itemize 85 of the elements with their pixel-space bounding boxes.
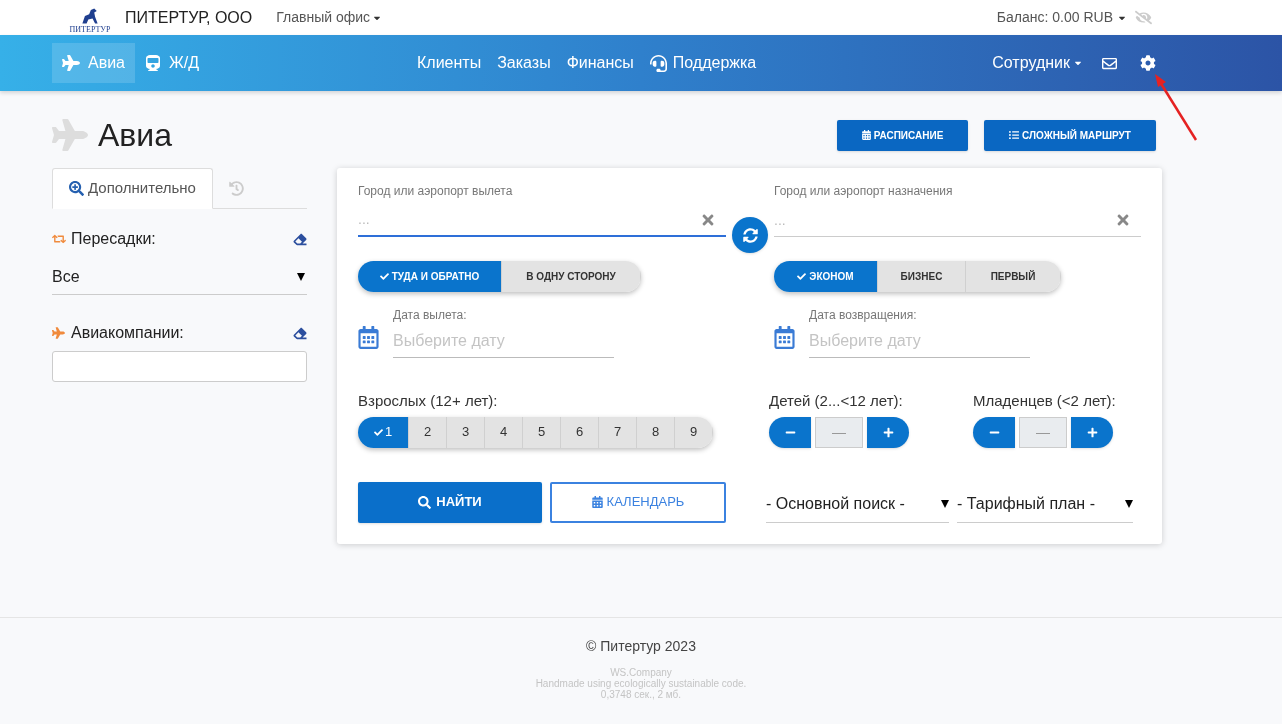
mail-icon[interactable] [1101,55,1118,71]
count-field[interactable]: — [1019,416,1067,448]
field-label: Младенцев (<2 лет): [973,391,1116,411]
field-label: Пересадки: [71,229,156,249]
date-field[interactable]: Выберите дату [809,324,1030,358]
clear-icon[interactable] [1115,212,1131,228]
decrement-button[interactable] [769,416,811,448]
logo-text: ПИТЕРТУР [69,25,111,34]
swap-icon [742,227,758,243]
find-button[interactable]: НАЙТИ [358,481,542,523]
field-label: Авиакомпании: [71,323,184,343]
adults-option[interactable]: 6 [561,416,599,448]
plus-icon [1086,426,1098,438]
adults-option[interactable]: 9 [675,416,713,448]
check-icon [797,272,807,281]
adults-option[interactable]: 7 [599,416,637,448]
increment-button[interactable] [1071,416,1113,448]
nav-link[interactable]: Клиенты [417,51,482,75]
adults-option[interactable]: 8 [637,416,675,448]
eraser-icon[interactable] [293,232,307,246]
dropdown-triangle-icon [297,272,305,281]
fare-plan-select[interactable]: - Тарифный план - [957,486,1133,523]
calendar-icon [591,496,603,508]
toggle-option[interactable]: БИЗНЕС [878,261,966,292]
nav-link[interactable]: Заказы [497,51,551,75]
toggle-option[interactable]: ТУДА И ОБРАТНО [358,261,502,292]
plane-icon [52,118,88,152]
clear-icon[interactable] [700,212,716,228]
company-name: ПИТЕРТУР, ООО [125,7,253,28]
logo[interactable]: ПИТЕРТУР [63,1,117,34]
toggle-option[interactable]: ЭКОНОМ [774,261,878,292]
field-label: Город или аэропорт вылета [358,183,514,200]
adults-option[interactable]: 1 [358,416,409,448]
calendar-icon [358,326,379,349]
user-dropdown[interactable]: Сотрудник [992,51,1083,75]
toggle-option[interactable]: В ОДНУ СТОРОНУ [502,261,641,292]
plane-icon [52,327,65,339]
sidebar-tab[interactable]: Дополнительно [52,168,213,209]
search-icon [418,495,432,509]
date-field[interactable]: Выберите дату [393,324,614,358]
transfers-select[interactable]: Все [52,259,307,295]
nav-link[interactable]: Финансы [566,51,634,75]
list-icon [1009,130,1020,140]
increment-button[interactable] [867,416,909,448]
calendar-button[interactable]: КАЛЕНДАРЬ [550,481,726,523]
check-icon [373,427,383,437]
balance-dropdown[interactable]: Баланс: 0.00 RUB [996,7,1127,28]
dropdown-triangle-icon [1125,500,1133,508]
train-icon [145,55,161,71]
annotation-arrow [1152,72,1198,142]
eraser-icon[interactable] [293,326,307,340]
adults-option[interactable]: 5 [523,416,561,448]
history-icon [228,181,244,196]
transfers-icon [52,233,66,245]
nav-link[interactable]: Поддержка [649,51,757,75]
field-label: Детей (2...<12 лет): [769,391,904,411]
header-button[interactable]: СЛОЖНЫЙ МАРШРУТ [984,119,1156,151]
horse-logo-icon [79,7,101,25]
field-label: Дата вылета: [393,307,468,324]
city-field[interactable]: ... [358,203,726,237]
page-title: Авиа [98,116,172,155]
adults-option[interactable]: 4 [485,416,523,448]
airlines-field[interactable] [52,351,307,382]
adults-option[interactable]: 3 [447,416,485,448]
count-field[interactable]: — [815,416,863,448]
field-label: Город или аэропорт назначения [774,183,954,200]
settings-icon[interactable] [1140,55,1156,71]
zoom-in-icon [69,181,84,196]
adults-option[interactable]: 2 [409,416,447,448]
decrement-button[interactable] [973,416,1015,448]
headset-icon [649,54,667,72]
dropdown-triangle-icon [941,500,949,508]
calendar-icon [861,130,871,140]
office-dropdown[interactable]: Главный офис [276,7,383,28]
check-icon [379,272,389,281]
plane-icon [62,54,80,72]
copyright-text: © Питертур 2023 [586,637,696,656]
swap-button[interactable] [732,217,768,253]
search-mode-select[interactable]: - Основной поиск - [766,486,949,523]
header-button[interactable]: РАСПИСАНИЕ [837,119,968,151]
calendar-icon [774,326,795,349]
field-label: Дата возвращения: [809,307,918,324]
field-label: Взрослых (12+ лет): [358,391,499,411]
toggle-option[interactable]: ПЕРВЫЙ [966,261,1061,292]
plus-icon [882,426,894,438]
